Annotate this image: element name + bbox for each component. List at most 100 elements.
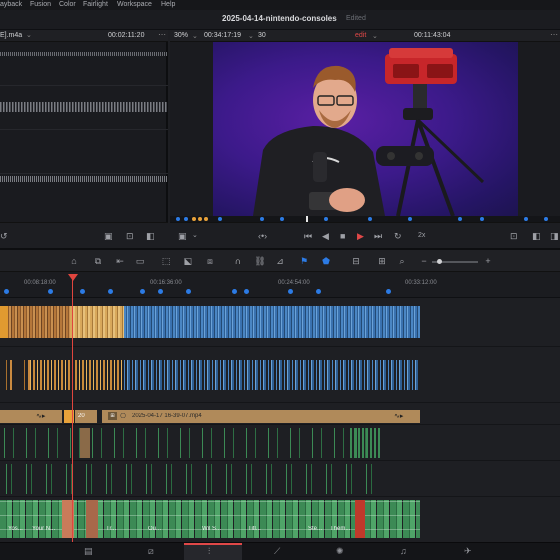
video-clip[interactable] bbox=[0, 306, 8, 338]
color-icon[interactable]: ✺ bbox=[336, 546, 344, 557]
edit-icon[interactable]: ⫶ bbox=[208, 546, 210, 557]
deliver-icon[interactable]: ✈ bbox=[464, 546, 472, 557]
timeline-marker[interactable] bbox=[232, 289, 237, 294]
dynamic-trim-icon[interactable]: ⇤ bbox=[114, 256, 126, 266]
go-to-end-icon[interactable]: ⏭ bbox=[374, 231, 382, 242]
ruler-label: 00:33:12:00 bbox=[405, 280, 437, 286]
match-frame-icon[interactable]: ⊡ bbox=[126, 231, 134, 242]
loop-icon[interactable]: ↺ bbox=[0, 231, 8, 242]
video-frame[interactable] bbox=[213, 42, 518, 216]
zoom-full-icon[interactable]: ⊟ bbox=[350, 256, 362, 266]
edit-mode-label[interactable]: edit bbox=[355, 32, 366, 39]
video-clip-group[interactable] bbox=[124, 306, 420, 338]
source-waveform[interactable] bbox=[0, 42, 168, 222]
timeline-marker[interactable] bbox=[108, 289, 113, 294]
ruler-label: 00:08:18:00 bbox=[24, 280, 56, 286]
menu-workspace[interactable]: Workspace bbox=[117, 0, 152, 10]
playhead-line[interactable] bbox=[72, 276, 73, 542]
playback-speed[interactable]: 2x bbox=[418, 232, 425, 239]
flag-icon[interactable]: ⚑ bbox=[298, 256, 310, 266]
audio-clip[interactable] bbox=[86, 500, 98, 538]
blade-tool-icon[interactable]: ▭ bbox=[134, 256, 146, 266]
chevron-down-icon[interactable]: ⌄ bbox=[192, 231, 198, 239]
compound-icon: ⊞ bbox=[108, 412, 117, 420]
zoom-level[interactable]: 30% bbox=[174, 32, 188, 39]
title-bar: 2025-04-14-nintendo-consoles Edited bbox=[0, 10, 560, 30]
menu-help[interactable]: Help bbox=[161, 0, 175, 10]
chevron-down-icon[interactable]: ⌄ bbox=[372, 32, 378, 40]
overwrite-clip-icon[interactable]: ⬕ bbox=[182, 256, 194, 266]
cut-icon[interactable]: ⧄ bbox=[148, 546, 154, 557]
loop-icon[interactable]: ↻ bbox=[394, 231, 402, 242]
zoom-slider-track[interactable] bbox=[432, 259, 478, 264]
zoom-custom-icon[interactable]: ⌕ bbox=[396, 256, 408, 266]
chevron-down-icon[interactable]: ⌄ bbox=[192, 32, 198, 40]
media-icon[interactable]: ▤ bbox=[84, 546, 93, 557]
timeline-marker[interactable] bbox=[80, 289, 85, 294]
link-icon[interactable]: ⛓ bbox=[254, 256, 266, 266]
trim-tool-icon[interactable]: ⧉ bbox=[92, 256, 104, 266]
marker-icon[interactable]: ⬟ bbox=[320, 256, 332, 266]
timeline-marker[interactable] bbox=[4, 289, 9, 294]
timeline-ruler[interactable]: 00:08:18:00 00:16:36:00 00:24:54:00 00:3… bbox=[0, 272, 560, 298]
snapping-icon[interactable]: ∩ bbox=[232, 256, 244, 266]
play-icon[interactable]: ▶ bbox=[357, 231, 364, 242]
fit-frame-icon[interactable]: ▣ bbox=[178, 231, 187, 242]
timeline-marker[interactable] bbox=[386, 289, 391, 294]
position-lock-icon[interactable]: ⊿ bbox=[274, 256, 286, 266]
audio-clip-group[interactable] bbox=[0, 464, 380, 494]
video-clip-group[interactable] bbox=[70, 306, 124, 338]
audio-clip-label: Them... bbox=[330, 526, 351, 532]
zoom-in-icon[interactable]: + bbox=[482, 256, 494, 266]
audio-clip-group[interactable] bbox=[0, 428, 380, 458]
video-clip-group[interactable] bbox=[30, 360, 124, 390]
waveform-line bbox=[0, 102, 168, 112]
replace-clip-icon[interactable]: ⧈ bbox=[204, 256, 216, 266]
menu-fairlight[interactable]: Fairlight bbox=[83, 0, 108, 10]
compound-clip[interactable]: 20 bbox=[75, 410, 97, 423]
menu-playback[interactable]: ayback bbox=[0, 0, 22, 10]
video-clip-group[interactable] bbox=[124, 360, 420, 390]
presenter bbox=[253, 65, 385, 216]
audio-clip[interactable] bbox=[80, 428, 90, 458]
match-frame-icon[interactable]: ⊡ bbox=[510, 231, 518, 242]
timeline-marker[interactable] bbox=[158, 289, 163, 294]
prev-frame-icon[interactable]: ◧ bbox=[532, 231, 541, 242]
play-reverse-icon[interactable]: ◀ bbox=[322, 231, 329, 242]
timeline-marker[interactable] bbox=[288, 289, 293, 294]
menu-fusion[interactable]: Fusion bbox=[30, 0, 51, 10]
ruler-label: 00:24:54:00 bbox=[278, 280, 310, 286]
audio-clip[interactable] bbox=[355, 500, 365, 538]
timeline-marker[interactable] bbox=[316, 289, 321, 294]
fit-frame-icon[interactable]: ▣ bbox=[104, 231, 113, 242]
stop-icon[interactable]: ■ bbox=[340, 231, 345, 241]
prev-frame-icon[interactable]: ◧ bbox=[146, 231, 155, 242]
fusion-icon[interactable]: ⟋ bbox=[274, 546, 280, 557]
curve-icon: ∿▸ bbox=[394, 413, 404, 420]
timeline-marker[interactable] bbox=[140, 289, 145, 294]
chevron-down-icon[interactable]: ⌄ bbox=[248, 32, 254, 40]
menu-color[interactable]: Color bbox=[59, 0, 76, 10]
zoom-out-icon[interactable]: − bbox=[418, 256, 430, 266]
timeline-marker[interactable] bbox=[186, 289, 191, 294]
compound-clip[interactable]: ∿▸ bbox=[0, 410, 62, 423]
compound-clip[interactable]: ⊞ ⎔ 2025-04-17 16-39-07.mp4 ∿▸ bbox=[102, 410, 420, 423]
zoom-detail-icon[interactable]: ⊞ bbox=[376, 256, 388, 266]
fairlight-icon[interactable]: ♫ bbox=[400, 546, 407, 556]
timeline-tracks[interactable]: ∿▸ 20 ⊞ ⎔ 2025-04-17 16-39-07.mp4 ∿▸ Yos… bbox=[0, 298, 560, 542]
playhead-handle[interactable] bbox=[68, 274, 78, 281]
insert-clip-icon[interactable]: ⬚ bbox=[160, 256, 172, 266]
jog-icon[interactable]: ‹•› bbox=[258, 231, 267, 241]
source-clip-name[interactable]: E].m4a bbox=[0, 32, 22, 39]
next-frame-icon[interactable]: ◨ bbox=[550, 231, 559, 242]
timeline-marker[interactable] bbox=[48, 289, 53, 294]
ellipsis-icon[interactable]: ⋯ bbox=[550, 30, 558, 39]
audio-clip-group[interactable] bbox=[350, 428, 380, 458]
edited-status: Edited bbox=[346, 15, 366, 22]
ellipsis-icon[interactable]: ⋯ bbox=[158, 30, 166, 39]
timeline-marker[interactable] bbox=[244, 289, 249, 294]
go-to-start-icon[interactable]: ⏮ bbox=[304, 231, 312, 242]
chevron-down-icon[interactable]: ⌄ bbox=[26, 31, 32, 39]
zoom-slider-thumb[interactable] bbox=[437, 259, 442, 264]
selection-tool-icon[interactable]: ⌂ bbox=[68, 256, 80, 266]
